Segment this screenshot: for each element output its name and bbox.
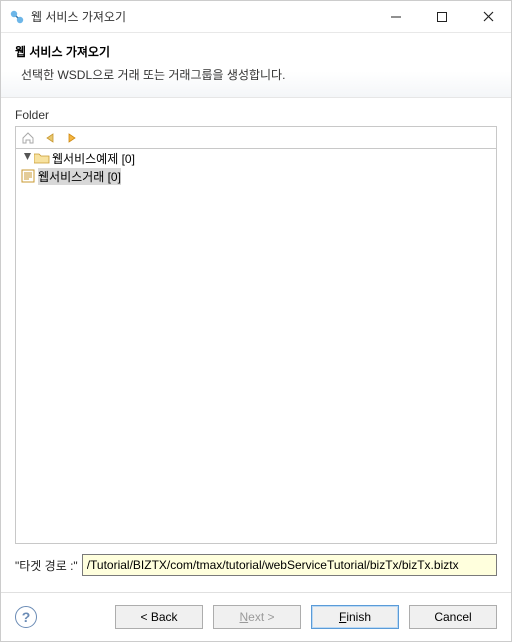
- next-button: Next >: [213, 605, 301, 629]
- minimize-button[interactable]: [373, 1, 419, 32]
- back-button[interactable]: < Back: [115, 605, 203, 629]
- tree-row-child[interactable]: 웹서비스거래 [0]: [16, 167, 496, 185]
- tree-root-label: 웹서비스예제 [0]: [52, 150, 135, 167]
- expand-toggle-icon[interactable]: [20, 152, 34, 164]
- wizard-banner: 웹 서비스 가져오기 선택한 WSDL으로 거래 또는 거래그룹을 생성합니다.: [1, 33, 511, 98]
- folder-tree[interactable]: 웹서비스예제 [0] 웹서비스거래 [0]: [15, 148, 497, 544]
- finish-button[interactable]: Finish: [311, 605, 399, 629]
- cancel-button[interactable]: Cancel: [409, 605, 497, 629]
- target-path-input[interactable]: [82, 554, 497, 576]
- tree-toolbar: [15, 126, 497, 148]
- tree-row-root[interactable]: 웹서비스예제 [0]: [16, 149, 496, 167]
- maximize-button[interactable]: [419, 1, 465, 32]
- tree-child-label: 웹서비스거래 [0]: [38, 168, 121, 185]
- close-button[interactable]: [465, 1, 511, 32]
- titlebar: 웹 서비스 가져오기: [1, 1, 511, 33]
- back-arrow-icon[interactable]: [42, 130, 58, 146]
- wizard-heading: 웹 서비스 가져오기: [15, 43, 497, 60]
- app-icon: [9, 9, 25, 25]
- wizard-footer: ? < Back Next > Finish Cancel: [1, 592, 511, 641]
- target-path-label: "타겟 경로 :": [15, 557, 78, 574]
- folder-label: Folder: [15, 108, 497, 122]
- folder-icon: [34, 150, 50, 166]
- home-icon[interactable]: [20, 130, 36, 146]
- window-title: 웹 서비스 가져오기: [31, 8, 373, 25]
- document-icon: [20, 168, 36, 184]
- help-icon[interactable]: ?: [15, 606, 37, 628]
- wizard-subtext: 선택한 WSDL으로 거래 또는 거래그룹을 생성합니다.: [15, 66, 497, 83]
- forward-arrow-icon[interactable]: [64, 130, 80, 146]
